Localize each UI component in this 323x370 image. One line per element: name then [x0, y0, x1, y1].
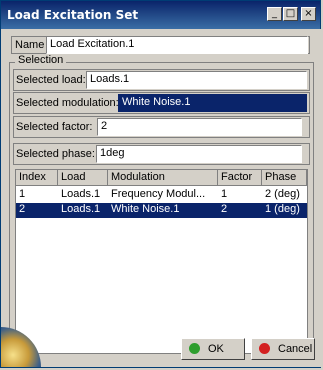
column-header-load[interactable]: Load: [58, 170, 108, 186]
name-label: Name: [15, 39, 45, 51]
selected-phase-label: Selected phase:: [16, 148, 95, 160]
cell-factor: 2: [221, 203, 228, 215]
cancel-button[interactable]: Cancel: [251, 338, 315, 360]
cell-load: Loads.1: [61, 203, 101, 215]
cell-modulation: White Noise.1: [111, 203, 180, 215]
dialog-window: Load Excitation Set _ □ × Name Load Exci…: [0, 0, 322, 368]
table-row[interactable]: 2 Loads.1 White Noise.1 2 1 (deg): [16, 203, 307, 218]
maximize-button[interactable]: □: [283, 7, 298, 21]
selected-factor-field[interactable]: 2: [97, 118, 302, 136]
cell-modulation: Frequency Modul...: [111, 188, 206, 200]
window-title: Load Excitation Set: [7, 8, 139, 22]
selected-load-field[interactable]: Loads.1: [86, 71, 307, 89]
selected-phase-field[interactable]: 1deg: [96, 145, 302, 163]
ok-label: OK: [208, 343, 224, 355]
column-header-phase[interactable]: Phase: [262, 170, 307, 186]
selected-factor-row: Selected factor: 2: [13, 116, 310, 138]
cell-index: 2: [19, 203, 26, 215]
name-row: Name Load Excitation.1: [11, 36, 310, 54]
ok-button[interactable]: OK: [181, 338, 245, 360]
column-header-factor[interactable]: Factor: [218, 170, 262, 186]
selected-modulation-row: Selected modulation: White Noise.1: [13, 92, 310, 114]
cell-phase: 2 (deg): [265, 188, 300, 200]
selection-group-title: Selection: [15, 54, 67, 66]
ok-icon: [189, 343, 200, 354]
cancel-label: Cancel: [278, 343, 313, 355]
selected-phase-row: Selected phase: 1deg: [13, 143, 310, 165]
cell-index: 1: [19, 188, 26, 200]
minimize-button[interactable]: _: [267, 7, 282, 21]
selected-modulation-field[interactable]: White Noise.1: [118, 94, 307, 112]
title-bar[interactable]: Load Excitation Set _ □ ×: [1, 1, 320, 29]
excitation-table[interactable]: Index Load Modulation Factor Phase 1 Loa…: [15, 169, 308, 354]
selected-load-row: Selected load: Loads.1: [13, 69, 310, 91]
selected-modulation-label: Selected modulation:: [16, 97, 119, 109]
cell-load: Loads.1: [61, 188, 101, 200]
selected-factor-label: Selected factor:: [16, 121, 93, 133]
cell-phase: 1 (deg): [265, 203, 300, 215]
column-header-index[interactable]: Index: [16, 170, 58, 186]
name-input[interactable]: Load Excitation.1: [46, 36, 308, 54]
cell-factor: 1: [221, 188, 228, 200]
cancel-icon: [259, 343, 270, 354]
dialog-content: Name Load Excitation.1 Selection Selecte…: [1, 29, 322, 367]
close-button[interactable]: ×: [301, 7, 316, 21]
table-row[interactable]: 1 Loads.1 Frequency Modul... 1 2 (deg): [16, 188, 307, 203]
column-header-modulation[interactable]: Modulation: [108, 170, 218, 186]
selected-load-label: Selected load:: [16, 74, 86, 86]
